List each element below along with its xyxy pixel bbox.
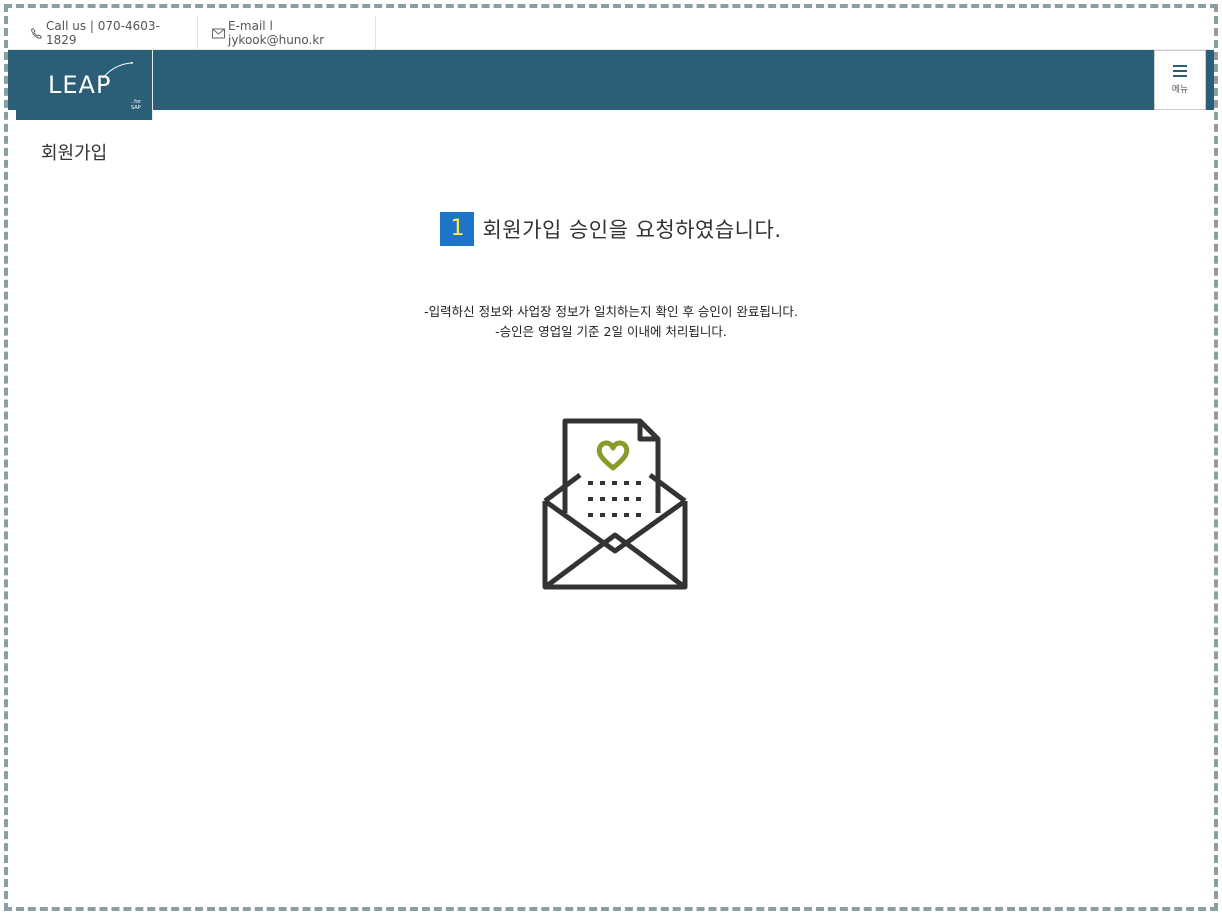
step-number-badge: 1 — [440, 212, 475, 246]
envelope-letter-heart-icon — [542, 418, 688, 590]
menu-button[interactable]: 메뉴 — [1154, 50, 1206, 110]
logo-subtext: ..for SAP — [131, 99, 142, 111]
mail-icon — [212, 28, 225, 39]
email-contact[interactable]: E-mail l jykook@huno.kr — [198, 16, 376, 50]
site-header: LEAP ..for SAP 메뉴 — [8, 50, 1214, 120]
note-line: -승인은 영업일 기준 2일 이내에 처리됩니다. — [495, 324, 727, 339]
email-text: E-mail l jykook@huno.kr — [228, 19, 325, 47]
approval-heading: 회원가입 승인을 요청하였습니다. — [482, 218, 782, 242]
phone-contact[interactable]: Call us | 070-4603-1829 — [16, 16, 198, 50]
phone-icon — [30, 27, 43, 40]
approval-notes: -입력하신 정보와 사업장 정보가 일치하는지 확인 후 승인이 완료됩니다. … — [0, 302, 1222, 342]
note-line: -입력하신 정보와 사업장 정보가 일치하는지 확인 후 승인이 완료됩니다. — [424, 304, 798, 319]
hamburger-icon — [1173, 65, 1187, 77]
logo-link[interactable]: LEAP ..for SAP — [16, 50, 153, 120]
contact-bar: Call us | 070-4603-1829 E-mail l jykook@… — [8, 8, 1214, 50]
approval-message: 1 회원가입 승인을 요청하였습니다. — [0, 212, 1222, 246]
menu-label: 메뉴 — [1171, 85, 1189, 95]
phone-text: Call us | 070-4603-1829 — [46, 19, 160, 47]
logo-text: LEAP — [48, 71, 112, 99]
page-title: 회원가입 — [41, 143, 108, 164]
